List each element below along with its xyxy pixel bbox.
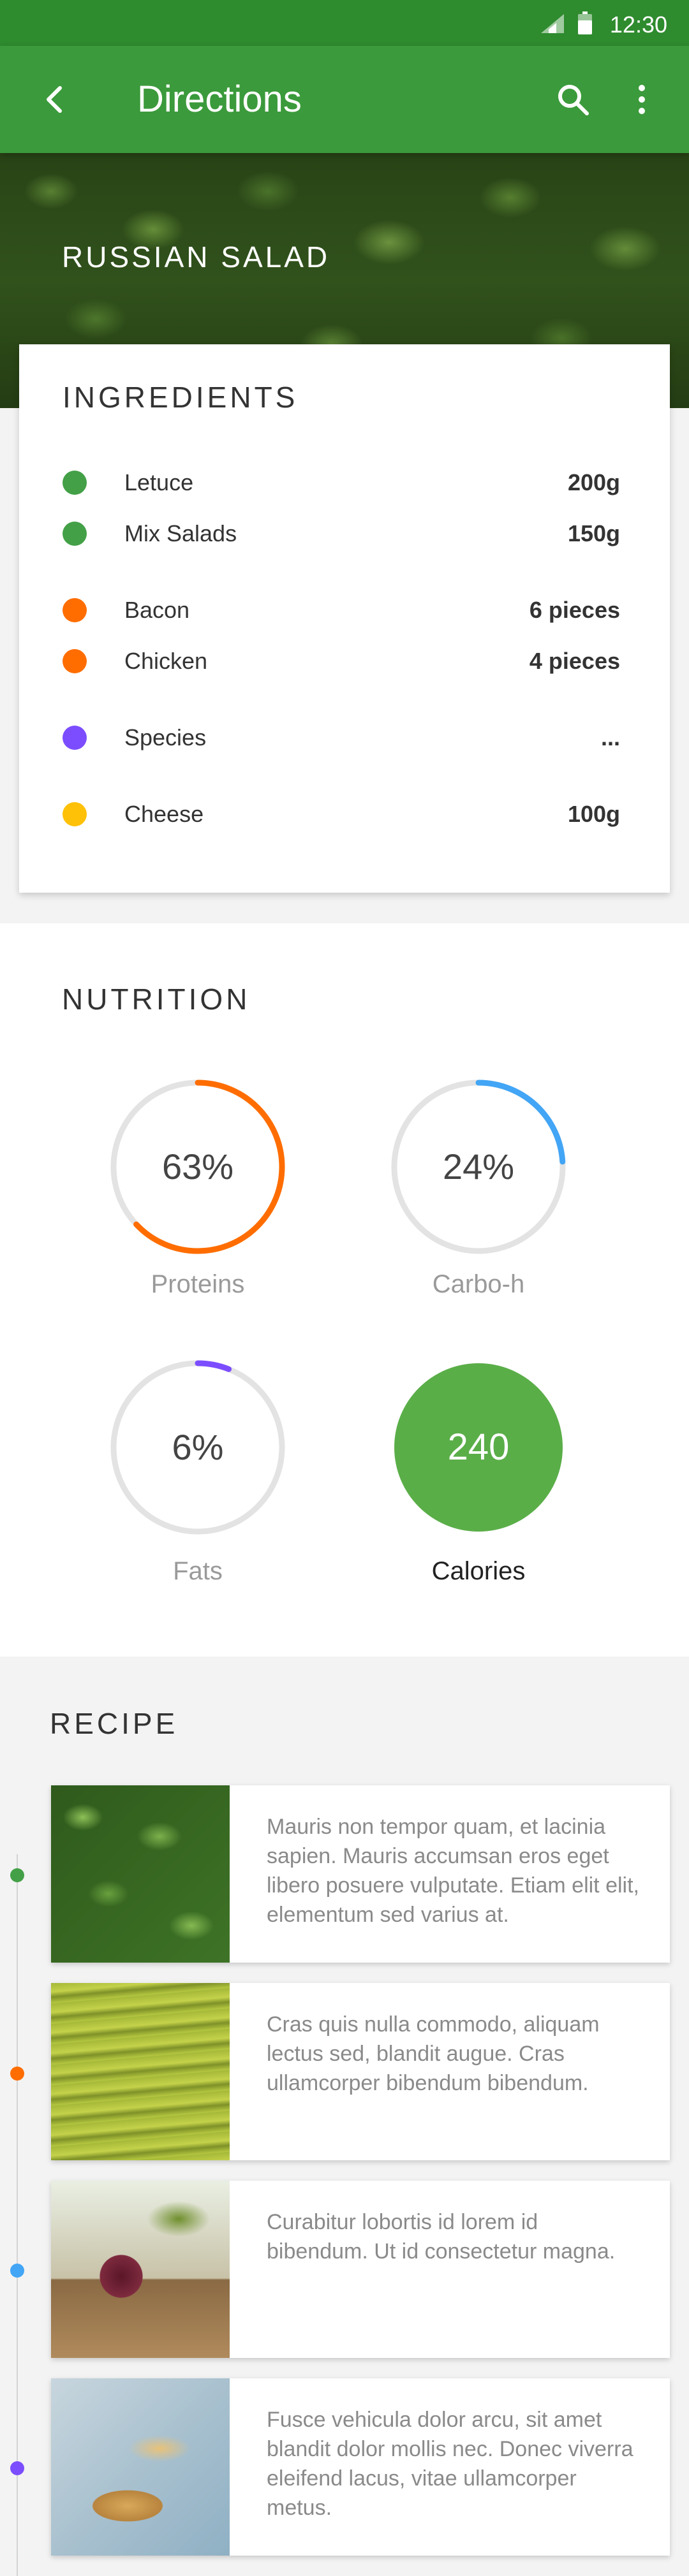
fats-gauge: 6%: [108, 1358, 287, 1537]
pasta-photo: [51, 1983, 230, 2160]
ingredient-row: Chicken 4 pieces: [19, 641, 670, 680]
page-title: Directions: [137, 78, 302, 120]
gauge-label: Fats: [173, 1557, 223, 1585]
gauge-label: Proteins: [151, 1270, 245, 1298]
recipe-step-text: Cras quis nulla commodo, aliquam lectus …: [267, 2012, 600, 2095]
back-arrow-icon[interactable]: [34, 79, 75, 120]
ingredient-quantity: 200g: [567, 469, 620, 495]
ingredient-dot: [63, 802, 87, 826]
battery-icon: [578, 11, 592, 34]
recipe-step-text: Curabitur lobortis id lorem id bibendum.…: [267, 2210, 616, 2264]
ingredient-name: Bacon: [124, 597, 190, 623]
ingredients-heading: INGREDIENTS: [63, 381, 299, 414]
carbo-gauge: 24%: [389, 1078, 568, 1256]
recipe-step-card[interactable]: Fusce vehicula dolor arcu, sit amet blan…: [51, 2378, 670, 2556]
ingredient-dot: [63, 522, 87, 546]
ingredient-name: Chicken: [124, 648, 208, 674]
signal-icon: [541, 14, 564, 33]
timeline-dot: [10, 1868, 24, 1882]
lettuce-photo: [51, 1785, 230, 1963]
search-icon[interactable]: [552, 79, 593, 120]
ingredients-card: INGREDIENTS Letuce 200g Mix Salads 150g …: [19, 344, 670, 893]
ingredient-row: Bacon 6 pieces: [19, 590, 670, 629]
more-vert-icon[interactable]: [621, 79, 662, 120]
app-bar: Directions: [0, 46, 689, 153]
gauge-percent: 6%: [172, 1427, 224, 1467]
ingredient-quantity: 100g: [567, 801, 620, 827]
ingredient-name: Mix Salads: [124, 520, 237, 546]
calories-label: Calories: [431, 1557, 526, 1585]
recipe-name: RUSSIAN SALAD: [62, 240, 330, 274]
ingredient-quantity: 150g: [567, 520, 620, 546]
calories-badge: 240: [394, 1363, 563, 1532]
recipe-heading: RECIPE: [50, 1707, 179, 1740]
ingredient-name: Letuce: [124, 469, 194, 495]
gauge-percent: 63%: [161, 1146, 234, 1187]
ingredient-dot: [63, 649, 87, 673]
timeline-dot: [10, 2461, 24, 2475]
ingredient-quantity: ...: [600, 724, 620, 750]
status-time: 12:30: [609, 11, 667, 38]
recipe-step-card[interactable]: Curabitur lobortis id lorem id bibendum.…: [51, 2181, 670, 2358]
ingredient-quantity: 4 pieces: [529, 648, 620, 674]
onion-spices-photo: [51, 2181, 230, 2358]
status-bar: 12:30: [0, 0, 689, 46]
recipe-step-card[interactable]: Cras quis nulla commodo, aliquam lectus …: [51, 1983, 670, 2160]
ingredient-dot: [63, 598, 87, 622]
ingredient-row: Mix Salads 150g: [19, 514, 670, 552]
nutrition-heading: NUTRITION: [62, 983, 251, 1016]
ingredient-quantity: 6 pieces: [529, 597, 620, 623]
recipe-step-text: Fusce vehicula dolor arcu, sit amet blan…: [267, 2408, 633, 2520]
timeline-dot: [10, 2264, 24, 2278]
app-screen: 12:30 Directions RUSSIAN SALAD INGREDIEN…: [0, 0, 689, 2576]
ingredient-dot: [63, 726, 87, 750]
ingredient-name: Species: [124, 724, 207, 750]
ingredient-dot: [63, 471, 87, 495]
recipe-step-card[interactable]: Mauris non tempor quam, et lacinia sapie…: [51, 1785, 670, 1963]
nutrition-section: NUTRITION 63% Proteins 24% Carbo-h 6% Fa…: [0, 923, 689, 1657]
gauge-percent: 24%: [442, 1146, 515, 1187]
ingredient-row: Species ...: [19, 718, 670, 756]
gauge-label: Carbo-h: [432, 1270, 525, 1298]
recipe-section: RECIPE Mauris non tempor quam, et lacini…: [0, 1657, 689, 2576]
recipe-step-text: Mauris non tempor quam, et lacinia sapie…: [267, 1815, 639, 1927]
ingredient-row: Cheese 100g: [19, 794, 670, 833]
proteins-gauge: 63%: [108, 1078, 287, 1256]
ingredient-name: Cheese: [124, 801, 204, 827]
timeline-dot: [10, 2067, 24, 2081]
bread-photo: [51, 2378, 230, 2556]
ingredient-row: Letuce 200g: [19, 463, 670, 501]
